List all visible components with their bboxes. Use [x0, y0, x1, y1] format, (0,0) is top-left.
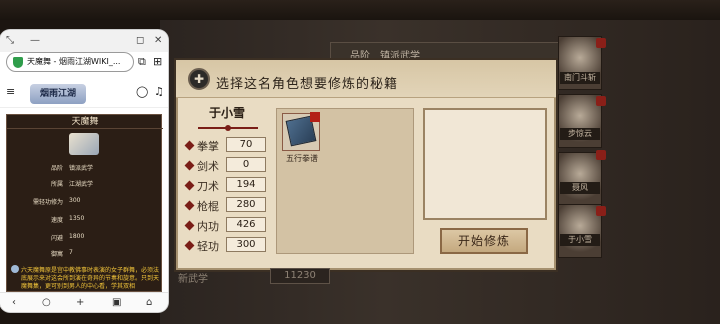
character-name: 步惊云 [560, 128, 600, 140]
wiki-description: 六天魔舞原是宫中教佛事时表演的女子群舞，必须法底展示来对这会所到演在奇异的节奏和… [21, 267, 160, 290]
new-badge-icon [310, 112, 320, 122]
bell-icon[interactable]: ♫ [154, 85, 164, 98]
diamond-icon [184, 140, 195, 151]
add-icon[interactable]: + [76, 297, 84, 308]
dialog-title: 选择这名角色想要修炼的秘籍 [216, 77, 399, 92]
wiki-field-key: 需轻功修为 [32, 199, 63, 206]
ornament-icon [198, 125, 258, 131]
menu-icon[interactable]: ≡ [6, 85, 15, 98]
diamond-icon [184, 180, 195, 191]
stat-label: 刀术 [184, 178, 230, 194]
wiki-title: 天魔舞 [7, 115, 163, 129]
wiki-field-key: 所属 [50, 181, 63, 188]
back-icon[interactable]: ‹ [12, 297, 16, 308]
diamond-icon [184, 200, 195, 211]
wiki-field-key: 闪避 [50, 235, 63, 242]
user-icon[interactable]: ◯ [136, 85, 148, 98]
stat-value: 70 [226, 137, 266, 152]
seal-icon [596, 206, 606, 216]
stat-label: 拳掌 [184, 138, 230, 154]
wiki-field-key: 速度 [50, 217, 63, 224]
wiki-field-key: 品阶 [50, 165, 63, 172]
minimize-icon[interactable]: — [30, 35, 40, 46]
url-text: 天魔舞 - 烟雨江湖WIKI_... [27, 57, 121, 66]
stat-value: 0 [226, 157, 266, 172]
stat-value: 300 [226, 237, 266, 252]
wiki-field-value: 1800 [69, 233, 85, 240]
site-header: ≡ 烟雨江湖 ◯ ♫ [0, 78, 168, 108]
resize-icon[interactable]: ⤡ [6, 35, 14, 46]
stat-value: 280 [226, 197, 266, 212]
start-cultivation-button[interactable]: 开始修炼 [440, 228, 528, 254]
bag-icon[interactable]: ⊞ [153, 55, 162, 68]
stat-label: 枪棍 [184, 198, 230, 214]
shield-icon [13, 57, 23, 68]
stat-value: 194 [226, 177, 266, 192]
search-icon[interactable]: ○ [42, 297, 51, 308]
settings-icon[interactable] [11, 265, 19, 273]
skill-preview-panel [423, 108, 547, 220]
character-name: 于小雪 [560, 234, 600, 246]
wiki-field-key: 御寓 [50, 251, 63, 258]
wiki-infobox: 天魔舞 品阶 镇派武学 所属 江湖武学 需轻功修为 300 速度 1350 闪避… [6, 114, 163, 292]
character-name: 聂风 [560, 182, 600, 194]
browser-bottom-nav: ‹ ○ + ▣ ⌂ [0, 292, 168, 312]
browser-window: ⤡ — ◻ ✕ 天魔舞 - 烟雨江湖WIKI_... ⧉ ⊞ ≡ 烟雨江湖 ◯ … [0, 30, 168, 312]
wiki-field-value: 镇派武学 [69, 165, 94, 172]
bottom-value: 11230 [270, 268, 330, 284]
character-name-label: 于小雪 [208, 106, 245, 120]
tabs-icon[interactable]: ⧉ [138, 55, 146, 69]
wiki-field-value: 江湖武学 [69, 181, 94, 188]
wiki-field-value: 7 [69, 249, 73, 256]
skill-name: 五行拳谱 [286, 154, 318, 163]
diamond-icon [184, 160, 195, 171]
stat-label: 剑术 [184, 158, 230, 174]
seal-icon [596, 150, 606, 160]
url-row: 天魔舞 - 烟雨江湖WIKI_... ⧉ ⊞ [6, 52, 162, 72]
wiki-field-value: 1350 [69, 215, 85, 222]
scroll-icon [69, 133, 99, 155]
character-name: 南门斗斩 [560, 72, 600, 84]
stat-value: 426 [226, 217, 266, 232]
tabs-count-icon[interactable]: ▣ [112, 297, 121, 308]
dialog-emblem-icon: ✚ [188, 68, 210, 90]
diamond-icon [184, 220, 195, 231]
address-bar[interactable]: 天魔舞 - 烟雨江湖WIKI_... [6, 52, 134, 72]
stat-label: 内功 [184, 218, 230, 234]
stat-label: 轻功 [184, 238, 230, 254]
seal-icon [596, 38, 606, 48]
seal-icon [596, 96, 606, 106]
game-top-bar [0, 0, 720, 20]
home-icon[interactable]: ⌂ [146, 297, 152, 308]
maximize-icon[interactable]: ◻ [136, 35, 144, 46]
site-logo[interactable]: 烟雨江湖 [30, 84, 86, 104]
close-icon[interactable]: ✕ [154, 35, 162, 46]
character-card[interactable] [558, 152, 602, 206]
diamond-icon [184, 240, 195, 251]
wiki-field-value: 300 [69, 197, 81, 204]
